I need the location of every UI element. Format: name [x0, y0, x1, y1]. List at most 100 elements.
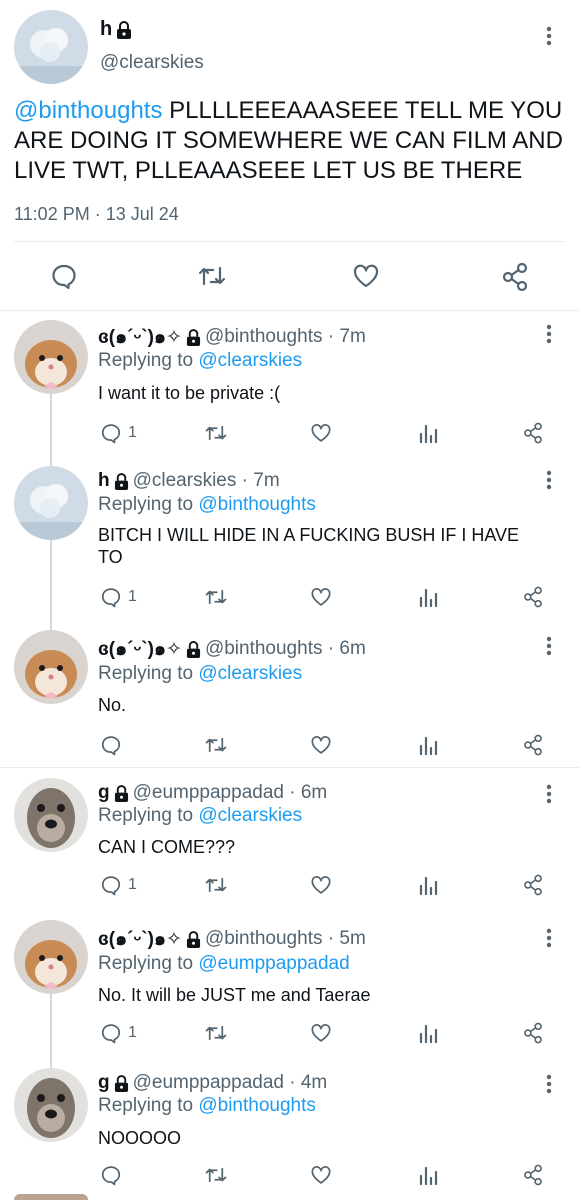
avatar-binthoughts[interactable] [14, 630, 88, 704]
reply-count: 1 [128, 424, 137, 441]
reply-icon[interactable] [50, 262, 78, 290]
like-icon[interactable] [310, 1164, 332, 1186]
retweet-icon[interactable] [204, 1164, 228, 1186]
share-icon[interactable] [522, 422, 544, 444]
more-options-icon[interactable] [539, 22, 559, 50]
mention-link[interactable]: @clearskies [198, 805, 302, 826]
retweet-icon[interactable] [197, 262, 227, 290]
reply-count: 1 [128, 1024, 137, 1041]
mention-link[interactable]: @clearskies [198, 663, 302, 684]
like-icon[interactable] [310, 874, 332, 896]
reply-header: ɞ(๑´ᵕ`)๑✧ @binthoughts · 7m [98, 322, 366, 352]
analytics-icon[interactable] [418, 586, 438, 608]
reply-icon[interactable]: 1 [100, 586, 137, 608]
author-handle[interactable]: @eumppappadad [133, 1072, 284, 1094]
share-icon[interactable] [522, 1022, 544, 1044]
author-name[interactable]: ɞ(๑´ᵕ`)๑✧ [98, 322, 201, 352]
reply-header: g @eumppappadad · 6m [98, 782, 327, 804]
avatar-eumppappadad[interactable] [14, 1068, 88, 1142]
like-icon[interactable] [310, 734, 332, 756]
more-options-icon[interactable] [539, 1070, 559, 1098]
more-options-icon[interactable] [539, 632, 559, 660]
reply-icon[interactable]: 1 [100, 422, 137, 444]
avatar-clearskies[interactable] [14, 10, 88, 84]
author-name[interactable]: g [98, 782, 129, 804]
author-name[interactable]: h [98, 470, 129, 492]
reply-header: ɞ(๑´ᵕ`)๑✧ @binthoughts · 5m [98, 924, 366, 954]
reply-count: 1 [128, 588, 137, 605]
more-options-icon[interactable] [539, 780, 559, 808]
author-name[interactable]: ɞ(๑´ᵕ`)๑✧ [98, 924, 201, 954]
author-handle[interactable]: @binthoughts [205, 638, 323, 660]
share-icon[interactable] [522, 586, 544, 608]
more-options-icon[interactable] [539, 320, 559, 348]
like-icon[interactable] [352, 262, 380, 290]
lock-icon [186, 328, 200, 346]
author-name[interactable]: h [100, 18, 132, 41]
reply-text: CAN I COME??? [98, 837, 236, 857]
author-handle[interactable]: @binthoughts [205, 326, 323, 348]
analytics-icon[interactable] [418, 874, 438, 896]
reply-time: · 4m [289, 1072, 328, 1093]
mention-link[interactable]: @clearskies [198, 350, 302, 371]
lock-icon [114, 472, 128, 490]
author-handle[interactable]: @eumppappadad [133, 782, 284, 804]
reply-text: No. [98, 695, 127, 715]
mention-link[interactable]: @eumppappadad [198, 953, 349, 974]
more-options-icon[interactable] [539, 924, 559, 952]
like-icon[interactable] [310, 586, 332, 608]
reply-count: 1 [128, 876, 137, 893]
author-handle[interactable]: @clearskies [133, 470, 237, 492]
author-name[interactable]: g [98, 1072, 129, 1094]
reply-header: h @clearskies · 7m [98, 470, 280, 492]
analytics-icon[interactable] [418, 1022, 438, 1044]
retweet-icon[interactable] [204, 1022, 228, 1044]
retweet-icon[interactable] [204, 586, 228, 608]
analytics-icon[interactable] [418, 734, 438, 756]
avatar-clearskies[interactable] [14, 466, 88, 540]
reply-icon[interactable] [100, 1164, 128, 1186]
like-icon[interactable] [310, 422, 332, 444]
replying-to: Replying to @binthoughts [98, 494, 316, 515]
thread-line [50, 994, 52, 1064]
analytics-icon[interactable] [418, 422, 438, 444]
mention-link[interactable]: @binthoughts [14, 97, 162, 124]
reply-time: · 5m [327, 928, 366, 949]
reply-time: · 6m [289, 782, 328, 803]
retweet-icon[interactable] [204, 874, 228, 896]
thread-line [50, 394, 52, 464]
reply-icon[interactable]: 1 [100, 1022, 137, 1044]
analytics-icon[interactable] [418, 1164, 438, 1186]
like-icon[interactable] [310, 1022, 332, 1044]
avatar-binthoughts[interactable] [14, 920, 88, 994]
mention-link[interactable]: @binthoughts [198, 494, 316, 515]
reply-text: No. It will be JUST me and Taerae [98, 985, 371, 1005]
avatar-eumppappadad[interactable] [14, 778, 88, 852]
next-avatar-peek [14, 1194, 88, 1200]
reply-icon[interactable]: 1 [100, 874, 137, 896]
author-name[interactable]: ɞ(๑´ᵕ`)๑✧ [98, 634, 201, 664]
mention-link[interactable]: @binthoughts [198, 1095, 316, 1116]
reply-text: BITCH I WILL HIDE IN A FUCKING BUSH IF I… [98, 525, 520, 567]
author-handle[interactable]: @binthoughts [205, 928, 323, 950]
retweet-icon[interactable] [204, 734, 228, 756]
reply-tweet: g @eumppappadad · 6m Replying to @clears… [0, 768, 579, 910]
replying-to: Replying to @clearskies [98, 663, 303, 684]
share-icon[interactable] [522, 734, 544, 756]
lock-icon [186, 930, 200, 948]
avatar-binthoughts[interactable] [14, 320, 88, 394]
share-icon[interactable] [522, 874, 544, 896]
divider [14, 241, 565, 242]
retweet-icon[interactable] [204, 422, 228, 444]
lock-icon [186, 640, 200, 658]
tweet-timestamp[interactable]: 11:02 PM · 13 Jul 24 [14, 204, 179, 225]
reply-header: ɞ(๑´ᵕ`)๑✧ @binthoughts · 6m [98, 634, 366, 664]
more-options-icon[interactable] [539, 466, 559, 494]
author-handle[interactable]: @clearskies [100, 52, 204, 74]
reply-icon[interactable] [100, 734, 128, 756]
share-icon[interactable] [500, 262, 530, 292]
share-icon[interactable] [522, 1164, 544, 1186]
reply-text: I want it to be private :( [98, 383, 281, 403]
main-tweet: h @clearskies @binthoughts PLLLLEEEAAASE… [0, 0, 579, 310]
reply-time: · 6m [327, 638, 366, 659]
